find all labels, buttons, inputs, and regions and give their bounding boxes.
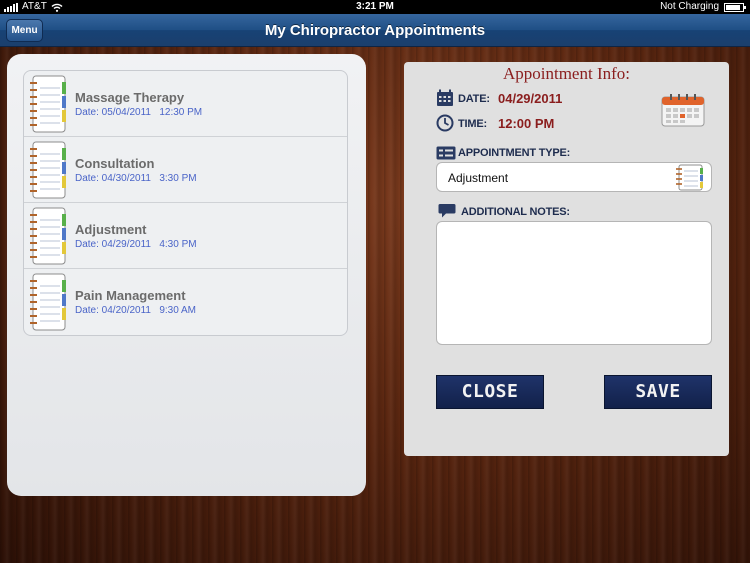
- appointment-type-label: APPOINTMENT TYPE:: [458, 147, 571, 159]
- date-value[interactable]: 04/29/2011: [498, 91, 562, 106]
- additional-notes-textarea[interactable]: [436, 221, 712, 345]
- clock-icon: [436, 114, 454, 132]
- notebook-icon: [30, 141, 66, 199]
- appointment-date: Date: 04/20/2011 9:30 AM: [75, 305, 197, 316]
- appointment-type-field[interactable]: Adjustment: [436, 162, 712, 192]
- close-button[interactable]: CLOSE: [436, 375, 544, 409]
- notebook-icon: [30, 273, 66, 331]
- appointment-row[interactable]: Massage Therapy Date: 05/04/2011 12:30 PM: [24, 71, 347, 137]
- appointment-title: Consultation: [75, 156, 155, 171]
- battery-status-label: Not Charging: [660, 1, 719, 12]
- appointment-title: Adjustment: [75, 222, 147, 237]
- calendar-picker-icon[interactable]: [661, 94, 705, 127]
- notebook-icon: [30, 75, 66, 133]
- status-bar: AT&T 3:21 PM Not Charging: [0, 0, 750, 14]
- nav-bar: My Chiropractor Appointments Menu: [0, 14, 750, 47]
- save-button[interactable]: SAVE: [604, 375, 712, 409]
- calendar-icon: [437, 89, 453, 106]
- appointment-title: Pain Management: [75, 288, 186, 303]
- appointment-date: Date: 04/29/2011 4:30 PM: [75, 239, 197, 250]
- date-label: DATE:: [458, 93, 490, 105]
- menu-button[interactable]: Menu: [6, 19, 43, 42]
- appointment-row[interactable]: Pain Management Date: 04/20/2011 9:30 AM: [24, 269, 347, 335]
- time-label: TIME:: [458, 118, 487, 130]
- additional-notes-label: ADDITIONAL NOTES:: [461, 206, 570, 218]
- appointment-row[interactable]: Consultation Date: 04/30/2011 3:30 PM: [24, 137, 347, 203]
- notebook-icon: [30, 207, 66, 265]
- notebook-icon[interactable]: [675, 164, 705, 191]
- appointment-date: Date: 04/30/2011 3:30 PM: [75, 173, 197, 184]
- appointment-info-panel: Appointment Info: DATE: 04/29/2011 TIME:…: [404, 62, 729, 456]
- list-icon: [436, 146, 456, 160]
- appointment-date: Date: 05/04/2011 12:30 PM: [75, 107, 203, 118]
- time-value[interactable]: 12:00 PM: [498, 116, 554, 131]
- appointment-list-panel: Massage Therapy Date: 05/04/2011 12:30 PM…: [7, 54, 366, 496]
- speech-bubble-icon: [438, 204, 456, 218]
- appointment-row[interactable]: Adjustment Date: 04/29/2011 4:30 PM: [24, 203, 347, 269]
- battery-icon: [724, 2, 746, 12]
- page-title: My Chiropractor Appointments: [264, 22, 486, 39]
- appointment-list: Massage Therapy Date: 05/04/2011 12:30 PM…: [23, 70, 348, 336]
- appointment-title: Massage Therapy: [75, 90, 185, 105]
- appointment-type-value: Adjustment: [448, 171, 509, 185]
- info-title: Appointment Info:: [502, 64, 630, 83]
- status-time: 3:21 PM: [356, 1, 394, 12]
